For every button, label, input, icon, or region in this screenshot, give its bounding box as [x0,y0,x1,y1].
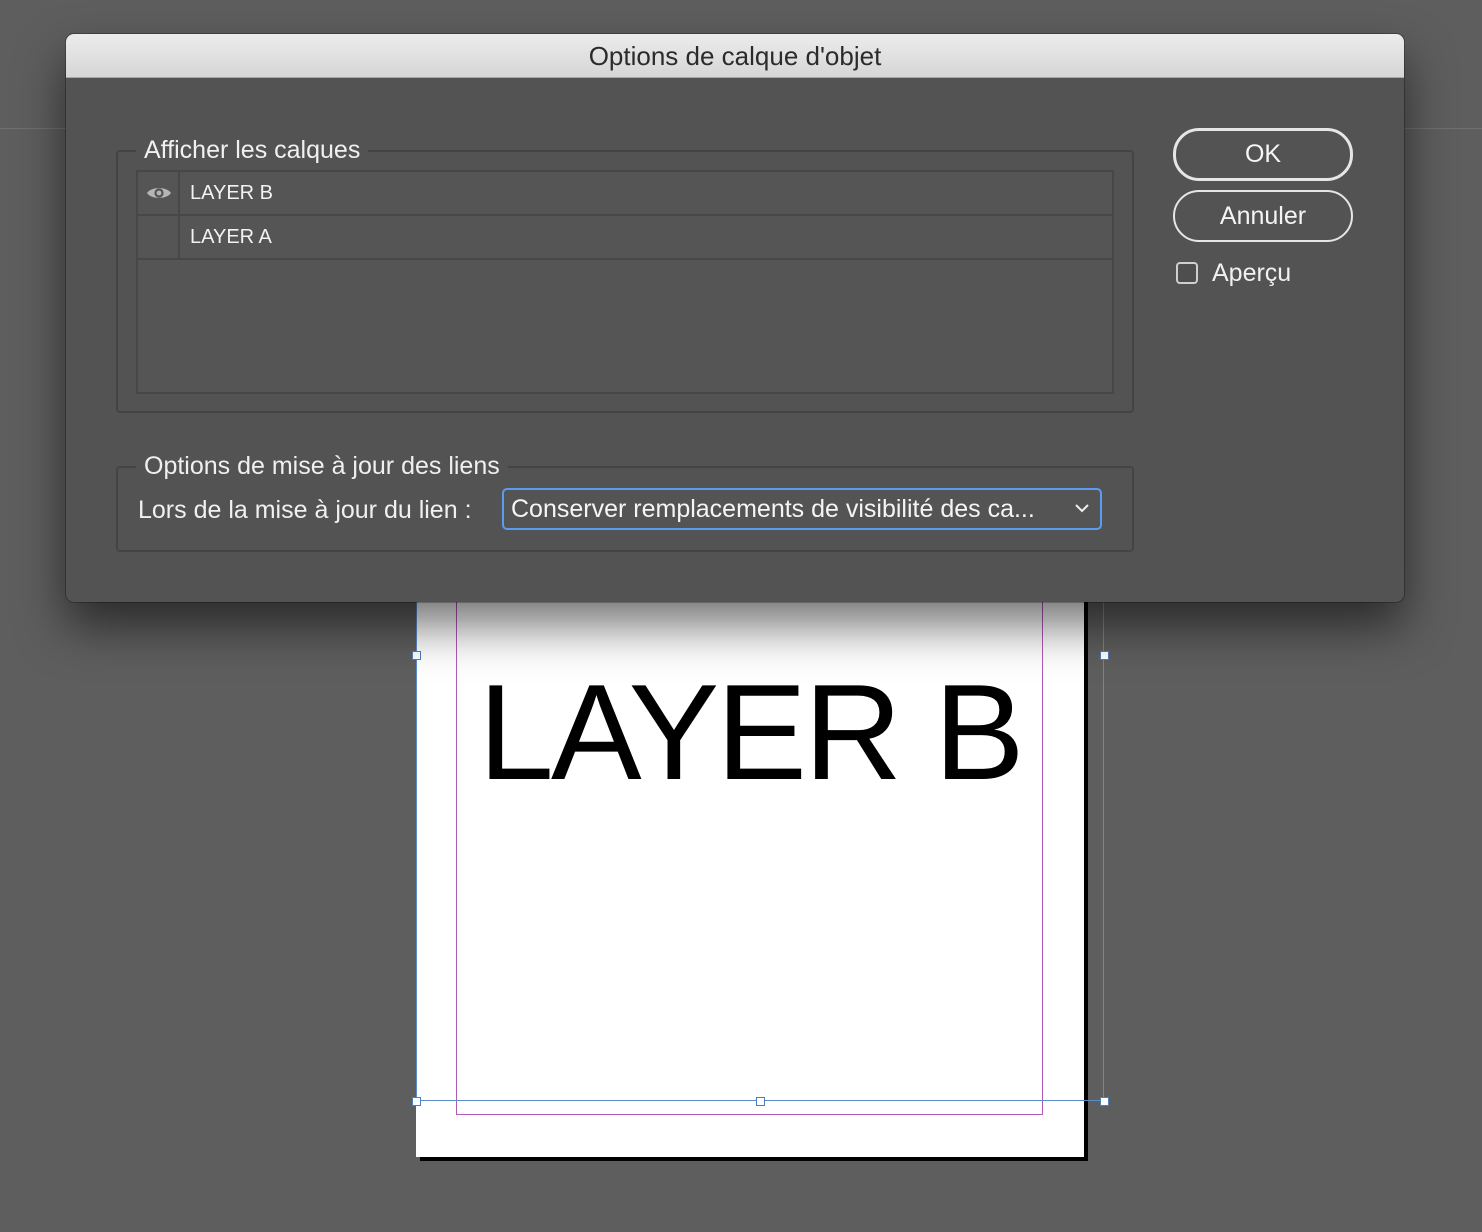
preview-label[interactable]: Aperçu [1212,256,1291,290]
dropdown-selected-value: Conserver remplacements de visibilité de… [511,495,1035,523]
dialog-title[interactable]: Options de calque d'objet [66,34,1404,78]
layer-list: LAYER B LAYER A [136,170,1114,394]
link-update-dropdown[interactable]: Conserver remplacements de visibilité de… [502,488,1102,530]
selected-frame[interactable] [416,536,1104,1101]
link-update-options-group: Options de mise à jour des liens Lors de… [116,448,1134,552]
layer-name: LAYER B [190,182,273,204]
link-update-legend: Options de mise à jour des liens [136,448,508,484]
cancel-button[interactable]: Annuler [1173,190,1353,242]
resize-handle-top-right[interactable] [1100,651,1109,660]
resize-handle-top-left[interactable] [412,651,421,660]
resize-handle-bottom-right[interactable] [1100,1097,1109,1106]
eye-icon [147,188,171,198]
resize-handle-bottom-left[interactable] [412,1097,421,1106]
resize-handle-bottom-middle[interactable] [756,1097,765,1106]
layer-row-layer-a[interactable]: LAYER A [138,216,1112,260]
layer-row-layer-b[interactable]: LAYER B [138,172,1112,216]
ok-button[interactable]: OK [1173,128,1353,181]
visibility-toggle-layer-b[interactable] [138,172,180,214]
object-layer-options-dialog: Options de calque d'objet Afficher les c… [66,34,1404,602]
preview-checkbox[interactable] [1176,262,1198,284]
visibility-toggle-layer-a[interactable] [138,216,180,258]
link-update-label: Lors de la mise à jour du lien : [138,496,472,524]
show-layers-legend: Afficher les calques [136,132,369,168]
show-layers-group: Afficher les calques LAYER B LAYER A [116,132,1134,413]
chevron-down-icon [1075,504,1089,513]
layer-name: LAYER A [190,226,272,248]
